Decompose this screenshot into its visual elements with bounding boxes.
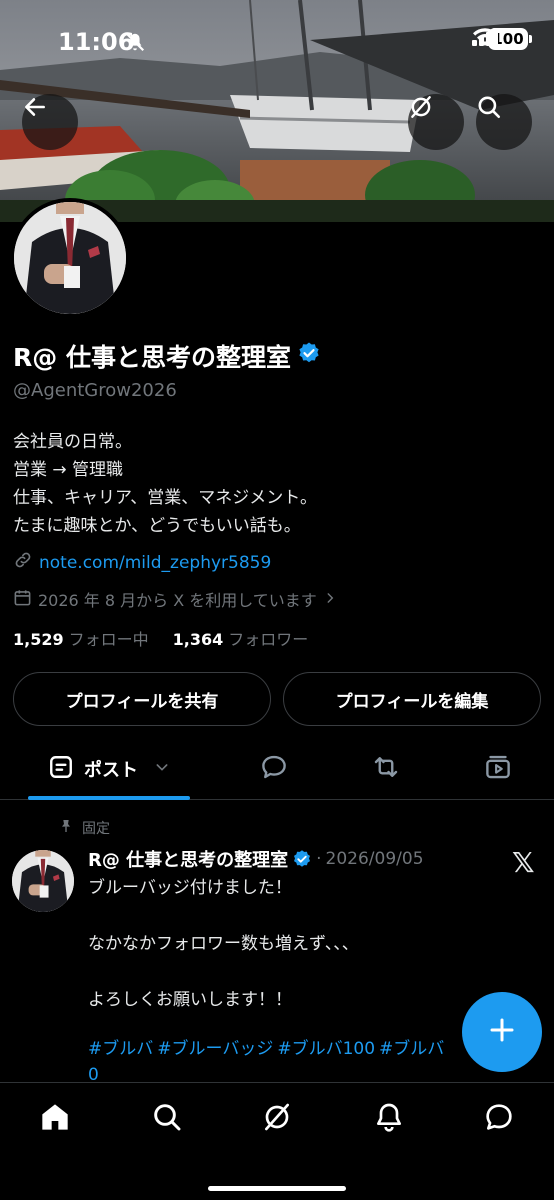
chevron-down-icon[interactable] [154,759,170,779]
profile-website[interactable]: note.com/mild_zephyr5859 [13,550,271,575]
calendar-icon [13,588,32,611]
nav-grok[interactable] [249,1099,305,1139]
grok-button[interactable] [408,94,464,150]
search-button[interactable] [476,94,532,150]
post-date[interactable]: 2026/09/05 [326,849,424,869]
verified-badge-icon [292,849,312,869]
profile-display-name: R@ 仕事と思考の整理室 [13,338,321,374]
profile-banner[interactable]: 11:06 100 [0,0,554,222]
following-label[interactable]: フォロー中 [69,626,149,650]
grok-icon [261,1101,293,1137]
post-author-avatar[interactable] [12,850,74,912]
profile-tabs: ポスト [0,738,554,800]
x-logo-icon[interactable]: 𝕏 [512,846,535,879]
home-icon [39,1101,71,1137]
bio-line: 会社員の日常。 [13,432,132,452]
post-header: R@ 仕事と思考の整理室 · 2026/09/05 [88,846,424,872]
hashtag-link[interactable]: #ブルバ100 [277,1039,375,1059]
active-tab-indicator [28,796,190,800]
tab-posts[interactable]: ポスト [28,738,190,800]
followers-label[interactable]: フォロワー [228,626,308,650]
tab-replies[interactable] [246,738,302,800]
post-author-name[interactable]: R@ 仕事と思考の整理室 [88,846,288,872]
back-button[interactable] [22,94,78,150]
link-icon [13,550,33,575]
status-bar: 11:06 100 [0,0,554,84]
post-line: よろしくお願いします！！ [88,990,292,1010]
profile-handle: @AgentGrow2026 [13,380,177,401]
verified-badge-icon[interactable] [297,341,321,371]
post-hashtags: #ブルバ #ブルーバッジ #ブルバ100 #ブルバ 0 [88,1036,463,1088]
home-indicator [208,1186,346,1191]
search-icon [151,1101,183,1137]
bio-line: 仕事、キャリア、営業、マネジメント。 [13,488,317,508]
messages-icon [483,1101,515,1137]
bottom-navigation [0,1082,554,1200]
post-line [88,958,359,986]
tab-media[interactable] [470,738,526,800]
pin-icon [58,818,74,838]
display-name-text: R@ 仕事と思考の整理室 [13,343,291,372]
tab-reposts[interactable] [358,738,414,800]
post-text: ブルーバッジ付けました！ なかなかフォロワー数も増えず、、、 よろしくお願いしま… [88,874,359,1014]
share-profile-button[interactable]: プロフィールを共有 [13,672,271,726]
nav-search[interactable] [139,1099,195,1139]
pinned-label: 固定 [82,821,110,837]
nav-home[interactable] [27,1099,83,1139]
profile-avatar[interactable] [10,198,130,318]
plus-icon [487,1015,517,1049]
profile-bio: 会社員の日常。 営業 → 管理職 仕事、キャリア、営業、マネジメント。 たまに趣… [13,428,317,540]
reply-icon [259,752,289,786]
repost-icon [370,752,402,786]
joined-text: 2026 年 8 月から X を利用しています [38,591,317,610]
compose-post-button[interactable] [462,992,542,1072]
post-separator: · [316,849,322,869]
hashtag-link[interactable]: #ブルバ [379,1039,444,1059]
nav-messages[interactable] [471,1099,527,1139]
post-line [88,902,359,930]
followers-count[interactable]: 1,364 [173,630,224,649]
hashtag-link[interactable]: #ブルバ [88,1039,153,1059]
posts-icon [48,754,74,784]
bio-line: たまに趣味とか、どうでもいい話も。 [13,516,301,536]
profile-joined[interactable]: 2026 年 8 月から X を利用しています [13,587,337,611]
status-time: 11:06 [58,28,135,56]
media-icon [483,752,513,786]
notifications-icon [373,1101,405,1137]
pinned-indicator: 固定 [58,818,110,838]
chevron-right-icon [323,590,337,609]
edit-profile-button[interactable]: プロフィールを編集 [283,672,541,726]
post-line: なかなかフォロワー数も増えず、、、 [88,934,359,954]
website-link[interactable]: note.com/mild_zephyr5859 [39,553,271,573]
follow-stats: 1,529 フォロー中 1,364 フォロワー [13,626,308,650]
bio-line: 営業 → 管理職 [13,460,124,480]
tab-posts-label: ポスト [84,760,138,781]
hashtag-link[interactable]: #ブルーバッジ [157,1039,273,1059]
post-line: ブルーバッジ付けました！ [88,878,292,898]
following-count[interactable]: 1,529 [13,630,64,649]
nav-notifications[interactable] [361,1099,417,1139]
